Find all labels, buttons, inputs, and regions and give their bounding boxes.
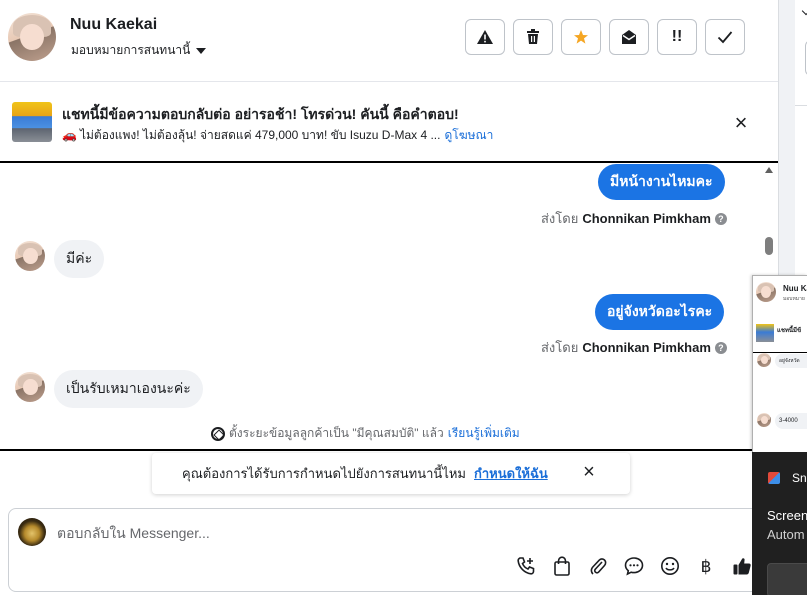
notice-text: ตั้งระยะข้อมูลลูกค้าเป็น "มีคุณสมบัติ" แ… [229,426,444,440]
mark-followup-button[interactable]: !! [657,19,697,55]
shopping-bag-icon[interactable] [551,556,573,578]
thumbnail-ad-image [756,324,774,342]
ad-thumbnail[interactable] [12,102,52,142]
contact-avatar-small [15,372,45,402]
view-ad-link[interactable]: ดูโฆษณา [444,128,493,142]
check-icon [717,31,733,44]
root: Nuu Kaekai มอบหมายการสนทนานี้ !! แชทนี้ม… [0,0,807,595]
outgoing-message[interactable]: มีหน้างานไหมคะ [598,164,725,200]
scroll-up-arrow-icon[interactable] [765,167,773,173]
thumbnail-assign: มอบหมาย [783,296,805,302]
thumbnail-avatar [757,413,771,427]
notification-title: Screen [767,508,807,523]
learn-more-link[interactable]: เรียนรู้เพิ่มเติม [448,424,520,443]
star-button[interactable] [561,19,601,55]
lead-stage-icon [211,426,225,441]
window-thumbnail-preview[interactable]: Nuu Ka มอบหมาย แชทนี้มีข้ อยู่จังหวัด 3-… [752,275,807,452]
trash-icon [527,29,539,44]
snipping-tool-icon [768,472,780,484]
ad-title: แชทนี้มีข้อความตอบกลับต่อ อย่ารอช้า! โทร… [62,106,459,122]
baht-payment-icon[interactable]: ฿ [695,556,717,578]
reply-composer: ฿ [8,508,778,592]
mark-done-button[interactable] [705,19,745,55]
car-icon: 🚗 [62,128,77,142]
report-spam-button[interactable] [465,19,505,55]
assign-prompt-text: คุณต้องการได้รับการกำหนดไปยังการสนทนานี้… [182,466,466,481]
chevron-down-icon[interactable] [801,6,807,16]
delete-button[interactable] [513,19,553,55]
prompt-close-icon[interactable]: × [579,462,599,482]
contact-name[interactable]: Nuu Kaekai [70,16,157,34]
thumbnail-message: อยู่จังหวัด [775,354,807,368]
emoji-icon[interactable] [659,556,681,578]
assign-prompt: คุณต้องการได้รับการกำหนดไปยังการสนทนานี้… [152,453,630,494]
contact-avatar-small [15,241,45,271]
thumbnail-contact-name: Nuu Ka [783,284,807,293]
assign-to-me-link[interactable]: กำหนดให้ฉัน [474,463,548,484]
notification-body: Autom [767,527,805,542]
sidebar-card [795,106,807,276]
reply-input[interactable] [57,523,657,543]
page-avatar [18,518,46,546]
ad-banner: แชทนี้มีข้อความตอบกลับต่อ อย่ารอช้า! โทร… [0,82,778,161]
incoming-message[interactable]: มีค่ะ [54,240,105,278]
envelope-open-icon [622,30,636,44]
star-icon [574,30,588,44]
lead-stage-notice: ตั้งระยะข้อมูลลูกค้าเป็น "มีคุณสมบัติ" แ… [211,424,520,443]
snipping-tool-notification[interactable]: Sni Screen Autom [752,452,807,595]
attachment-icon[interactable] [587,556,609,578]
assign-dropdown[interactable]: มอบหมายการสนทนานี้ [71,41,207,60]
caret-down-icon [196,47,207,54]
thumbnail-message: 3-4000 [775,413,807,429]
message-thread[interactable]: มีหน้างานไหมคะ ส่งโดย Chonnikan Pimkham … [0,161,778,451]
sender-name: Chonnikan Pimkham [582,211,711,226]
thumbs-up-icon[interactable] [731,556,753,578]
conversation-header: Nuu Kaekai มอบหมายการสนทนานี้ !! [0,0,778,82]
thumbnail-avatar [757,353,771,367]
double-exclamation-icon: !! [671,28,683,45]
mark-unread-button[interactable] [609,19,649,55]
contact-avatar[interactable] [8,13,56,61]
thumbnail-avatar [756,282,776,302]
warning-icon [477,30,493,44]
incoming-message[interactable]: เป็นรับเหมาเองนะค่ะ [54,370,203,408]
notification-app-name: Sni [792,471,807,485]
sent-by-prefix: ส่งโดย [541,340,579,355]
sent-by-label: ส่งโดย Chonnikan Pimkham ? [541,208,727,229]
sent-by-prefix: ส่งโดย [541,211,579,226]
help-icon[interactable]: ? [714,341,727,354]
ad-description-row: 🚗 ไม่ต้องแพง! ไม่ต้องลุ้น! จ่ายสดแค่ 479,… [62,126,493,145]
help-icon[interactable]: ? [714,212,727,225]
assign-label: มอบหมายการสนทนานี้ [71,43,191,57]
sender-name: Chonnikan Pimkham [582,340,711,355]
outgoing-message[interactable]: อยู่จังหวัดอะไรคะ [595,294,725,330]
thumbnail-ad-text: แชทนี้มีข้ [777,328,802,334]
notification-action-button[interactable] [767,563,807,595]
sent-by-label: ส่งโดย Chonnikan Pimkham ? [541,337,727,358]
ad-close-icon[interactable]: × [730,112,752,135]
scroll-thumb[interactable] [765,237,773,255]
ad-description: ไม่ต้องแพง! ไม่ต้องลุ้น! จ่ายสดแค่ 479,0… [79,128,441,142]
call-icon[interactable] [515,556,537,578]
sidebar-card [795,0,807,106]
saved-reply-icon[interactable] [623,556,645,578]
